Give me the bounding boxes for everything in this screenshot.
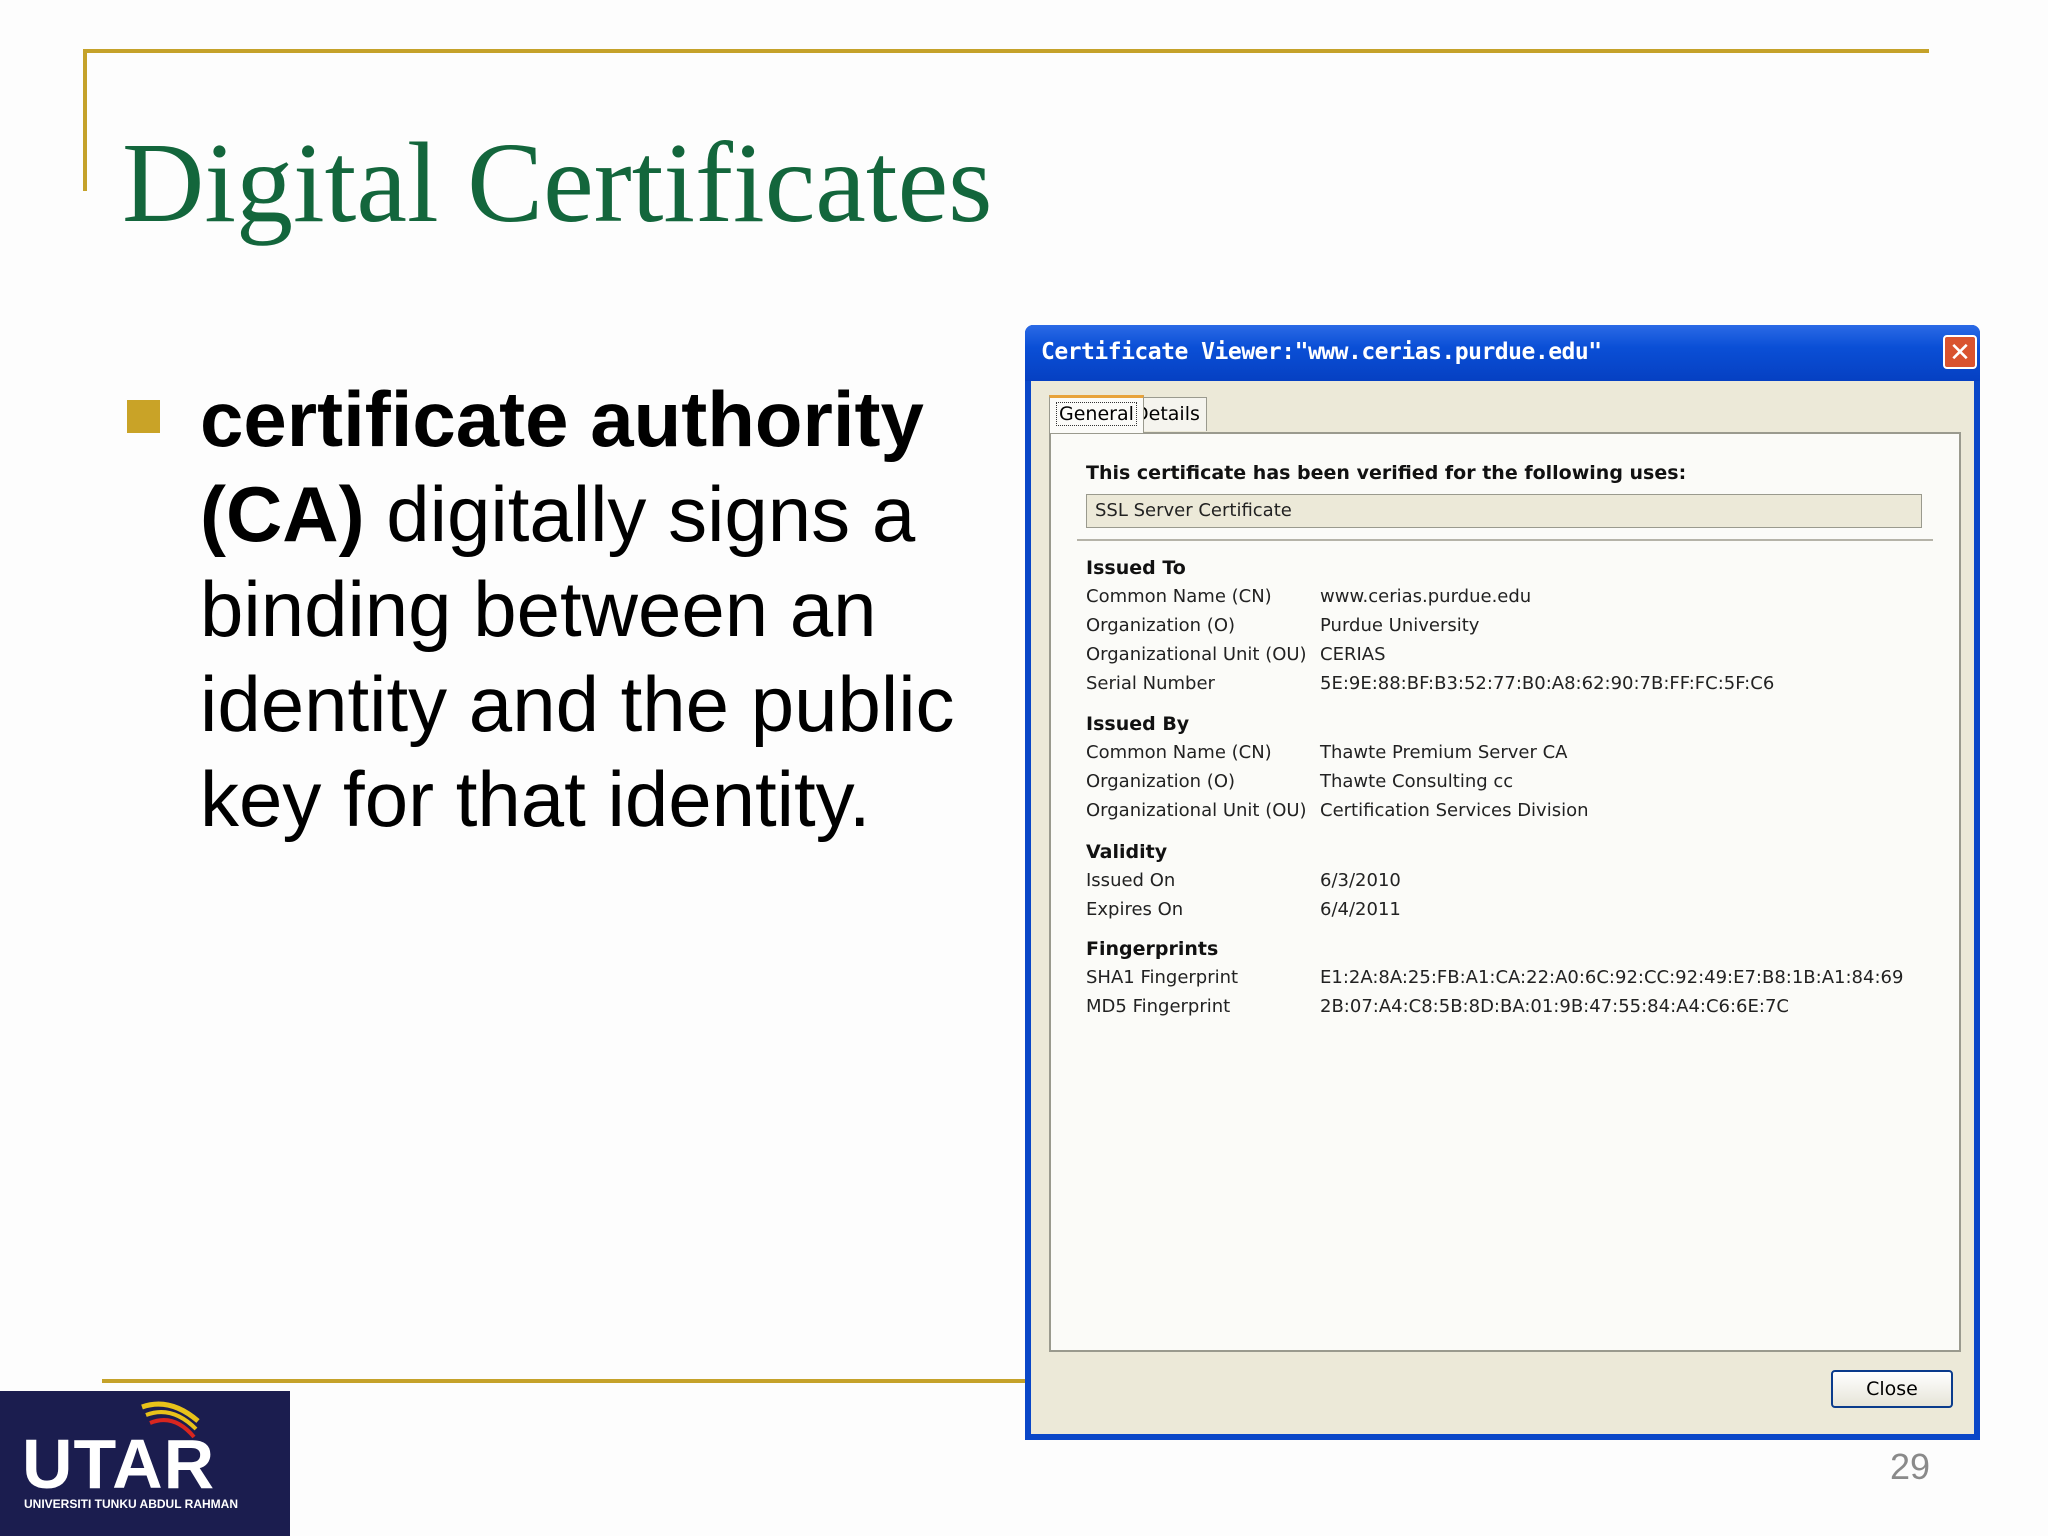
close-button[interactable]: Close [1831, 1370, 1953, 1408]
row-value: E1:2A:8A:25:FB:A1:CA:22:A0:6C:92:CC:92:4… [1320, 967, 1904, 988]
separator [1077, 539, 1933, 541]
row-key: Serial Number [1086, 673, 1215, 694]
logo-subtext: UNIVERSITI TUNKU ABDUL RAHMAN [24, 1497, 238, 1511]
certificate-viewer-dialog: Certificate Viewer:"www.cerias.purdue.ed… [1025, 325, 1980, 1440]
logo-wordmark: UTAR [22, 1425, 216, 1503]
frame-bottom-rule [102, 1379, 1032, 1383]
slide-title: Digital Certificates [122, 119, 993, 246]
verified-uses-label: This certificate has been verified for t… [1086, 462, 1687, 484]
row-value: Certification Services Division [1320, 800, 1589, 821]
row-value: www.cerias.purdue.edu [1320, 586, 1532, 607]
utar-logo: UTAR UNIVERSITI TUNKU ABDUL RAHMAN [0, 1391, 290, 1536]
row-key: SHA1 Fingerprint [1086, 967, 1239, 988]
fingerprints-heading: Fingerprints [1086, 938, 1219, 960]
dialog-titlebar[interactable]: Certificate Viewer:"www.cerias.purdue.ed… [1025, 325, 1980, 381]
row-value: 2B:07:A4:C8:5B:8D:BA:01:9B:47:55:84:A4:C… [1320, 996, 1789, 1017]
general-panel: This certificate has been verified for t… [1049, 432, 1961, 1352]
issued-by-heading: Issued By [1086, 713, 1190, 735]
close-icon[interactable]: ✕ [1943, 335, 1977, 369]
tab-general[interactable]: General [1049, 395, 1144, 433]
uses-field: SSL Server Certificate [1086, 494, 1922, 528]
row-key: Common Name (CN) [1086, 742, 1272, 763]
issued-to-heading: Issued To [1086, 557, 1186, 579]
row-key: Organization (O) [1086, 771, 1236, 792]
validity-heading: Validity [1086, 841, 1168, 863]
row-key: Issued On [1086, 870, 1176, 891]
row-value: Thawte Consulting cc [1320, 771, 1514, 792]
row-value: Purdue University [1320, 615, 1480, 636]
row-key: Organizational Unit (OU) [1086, 800, 1307, 821]
row-key: Organizational Unit (OU) [1086, 644, 1307, 665]
row-value: 6/4/2011 [1320, 899, 1401, 920]
row-value: 6/3/2010 [1320, 870, 1401, 891]
dialog-client-area: General Details This certificate has bee… [1031, 381, 1974, 1434]
bullet-square-icon [127, 400, 160, 433]
bullet-text: certificate authority (CA) digitally sig… [200, 372, 1000, 847]
frame-left-rule [83, 49, 87, 191]
tab-general-label: General [1056, 402, 1137, 426]
frame-top-rule [83, 49, 1929, 53]
row-value: Thawte Premium Server CA [1320, 742, 1568, 763]
row-value: 5E:9E:88:BF:B3:52:77:B0:A8:62:90:7B:FF:F… [1320, 673, 1775, 694]
row-key: Common Name (CN) [1086, 586, 1272, 607]
row-key: MD5 Fingerprint [1086, 996, 1231, 1017]
page-number: 29 [1889, 1446, 1930, 1487]
row-value: CERIAS [1320, 644, 1386, 665]
row-key: Expires On [1086, 899, 1184, 920]
slide: Digital Certificates certificate authori… [0, 0, 2048, 1536]
row-key: Organization (O) [1086, 615, 1236, 636]
dialog-title: Certificate Viewer:"www.cerias.purdue.ed… [1041, 339, 1602, 365]
